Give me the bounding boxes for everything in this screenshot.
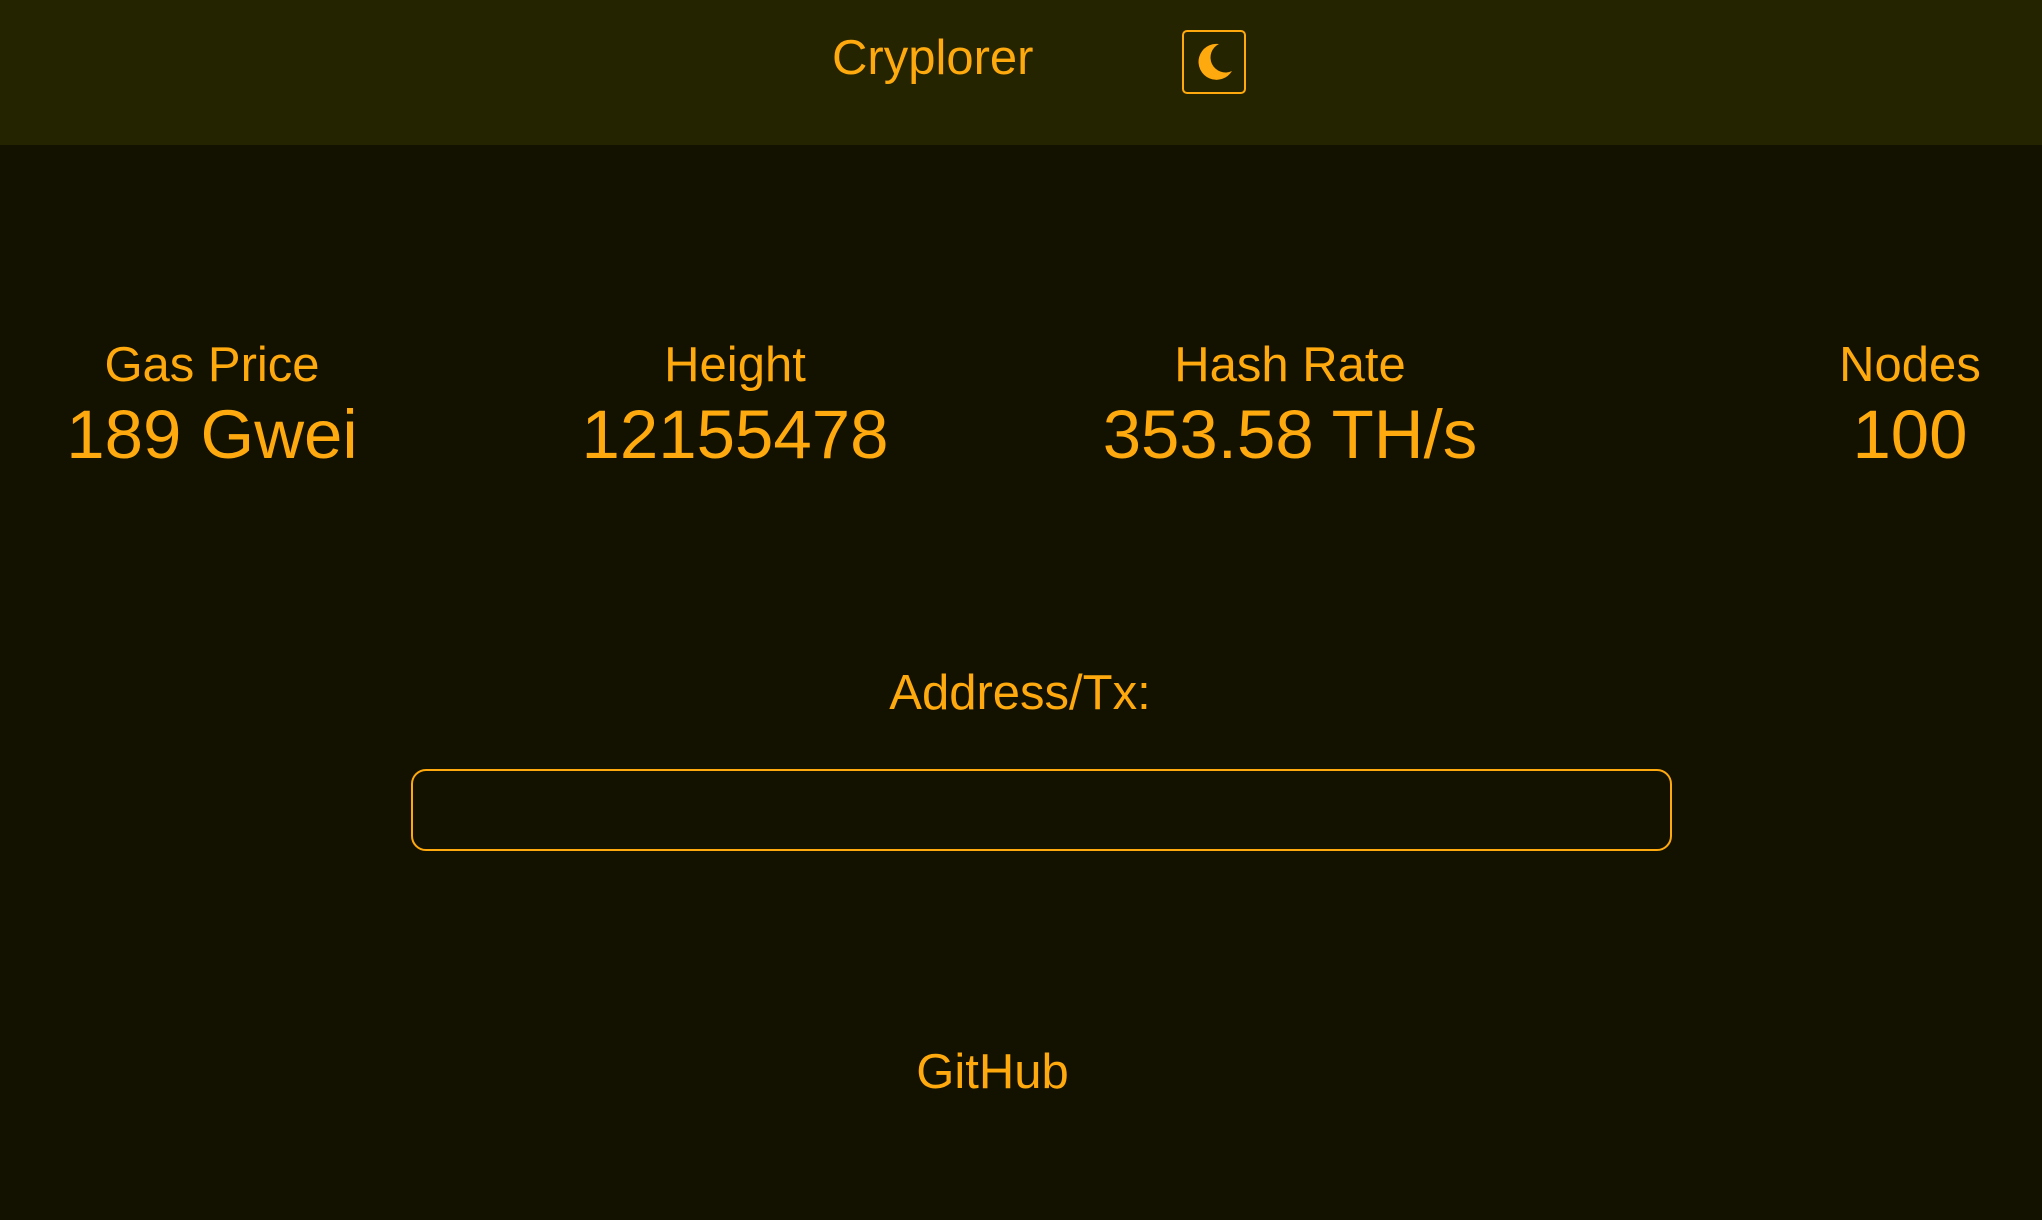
stat-nodes-value: 100 bbox=[1852, 396, 1968, 473]
stat-nodes: Nodes 100 bbox=[1830, 335, 1990, 475]
search-label: Address/Tx: bbox=[889, 666, 1151, 720]
theme-toggle-button[interactable] bbox=[1182, 30, 1246, 94]
top-header: Cryplorer bbox=[0, 0, 2042, 145]
stat-gas-price-value: 189 Gwei bbox=[66, 396, 358, 473]
stat-height-label: Height bbox=[664, 338, 806, 392]
stat-height-value: 12155478 bbox=[581, 396, 889, 473]
stat-hash-rate-value: 353.58 TH/s bbox=[1102, 396, 1478, 473]
stat-height: Height 12155478 bbox=[560, 335, 910, 475]
address-tx-search-input[interactable] bbox=[411, 769, 1672, 851]
stat-nodes-label: Nodes bbox=[1839, 338, 1981, 392]
github-link[interactable]: GitHub bbox=[880, 1042, 1105, 1102]
app-title: Cryplorer bbox=[832, 31, 1034, 85]
stat-hash-rate: Hash Rate 353.58 TH/s bbox=[1095, 335, 1485, 475]
stat-gas-price: Gas Price 189 Gwei bbox=[52, 335, 372, 475]
stat-gas-price-label: Gas Price bbox=[104, 338, 320, 392]
moon-icon bbox=[1198, 43, 1232, 80]
stat-hash-rate-label: Hash Rate bbox=[1174, 338, 1406, 392]
